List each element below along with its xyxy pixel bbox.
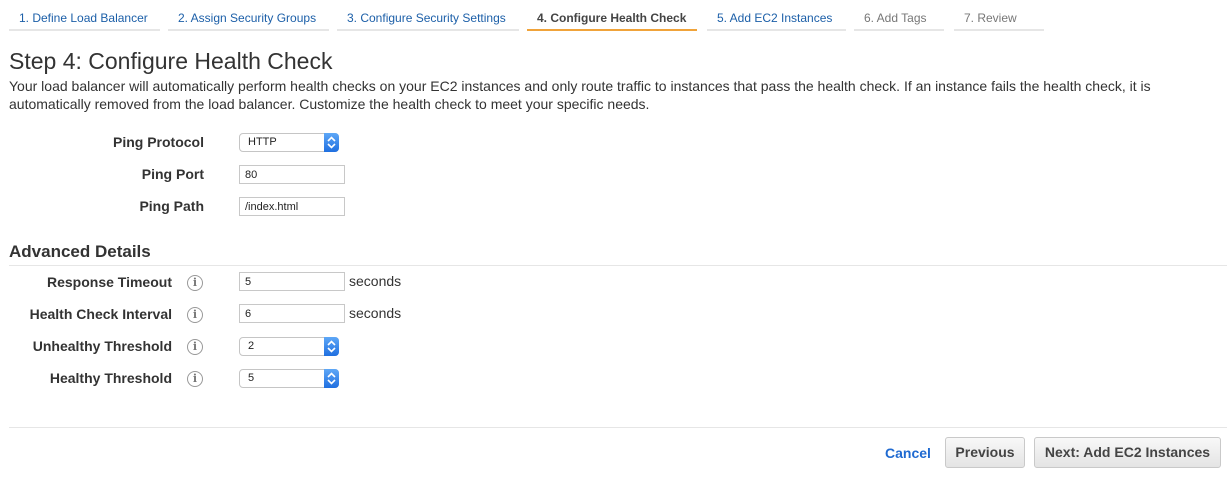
advanced-details-heading: Advanced Details (9, 242, 151, 261)
section-divider (9, 265, 1227, 266)
healthy-threshold-label: Healthy Threshold (49, 370, 172, 386)
info-icon[interactable]: i (187, 275, 203, 291)
ping-path-input[interactable] (239, 197, 345, 216)
next-add-ec2-instances-button[interactable]: Next: Add EC2 Instances (1034, 437, 1221, 468)
page-title: Step 4: Configure Health Check (9, 48, 333, 74)
info-icon[interactable]: i (187, 339, 203, 355)
select-arrows-icon (324, 369, 339, 388)
page-description: Your load balancer will automatically pe… (9, 78, 1151, 112)
response-timeout-input[interactable] (239, 272, 345, 291)
info-icon[interactable]: i (187, 307, 203, 323)
wizard-steps: 1. Define Load Balancer 2. Assign Securi… (0, 0, 1232, 33)
ping-port-input[interactable] (239, 165, 345, 184)
step-define-load-balancer[interactable]: 1. Define Load Balancer (9, 0, 160, 31)
step-add-ec2-instances[interactable]: 5. Add EC2 Instances (707, 0, 846, 31)
step-configure-health-check[interactable]: 4. Configure Health Check (527, 0, 697, 31)
step-review[interactable]: 7. Review (954, 0, 1044, 31)
unhealthy-threshold-value: 2 (248, 340, 255, 352)
ping-protocol-label: Ping Protocol (113, 134, 204, 150)
cancel-button[interactable]: Cancel (885, 445, 931, 461)
step-configure-security-settings[interactable]: 3. Configure Security Settings (337, 0, 519, 31)
footer-divider (9, 427, 1227, 428)
response-timeout-label: Response Timeout (47, 274, 172, 290)
info-icon[interactable]: i (187, 371, 203, 387)
healthy-threshold-value: 5 (248, 372, 255, 384)
healthy-threshold-select[interactable]: 5 (239, 369, 339, 388)
ping-path-label: Ping Path (139, 198, 204, 214)
health-check-interval-unit: seconds (349, 305, 402, 321)
previous-button[interactable]: Previous (945, 437, 1025, 468)
step-assign-security-groups[interactable]: 2. Assign Security Groups (168, 0, 329, 31)
ping-protocol-select[interactable]: HTTP (239, 133, 339, 152)
select-arrows-icon (324, 337, 339, 356)
select-arrows-icon (324, 133, 339, 152)
unhealthy-threshold-select[interactable]: 2 (239, 337, 339, 356)
health-check-interval-input[interactable] (239, 304, 345, 323)
step-add-tags[interactable]: 6. Add Tags (854, 0, 944, 31)
unhealthy-threshold-label: Unhealthy Threshold (32, 338, 172, 354)
ping-protocol-value: HTTP (248, 136, 277, 148)
ping-port-label: Ping Port (141, 166, 204, 182)
health-check-interval-label: Health Check Interval (29, 306, 172, 322)
response-timeout-unit: seconds (349, 273, 402, 289)
